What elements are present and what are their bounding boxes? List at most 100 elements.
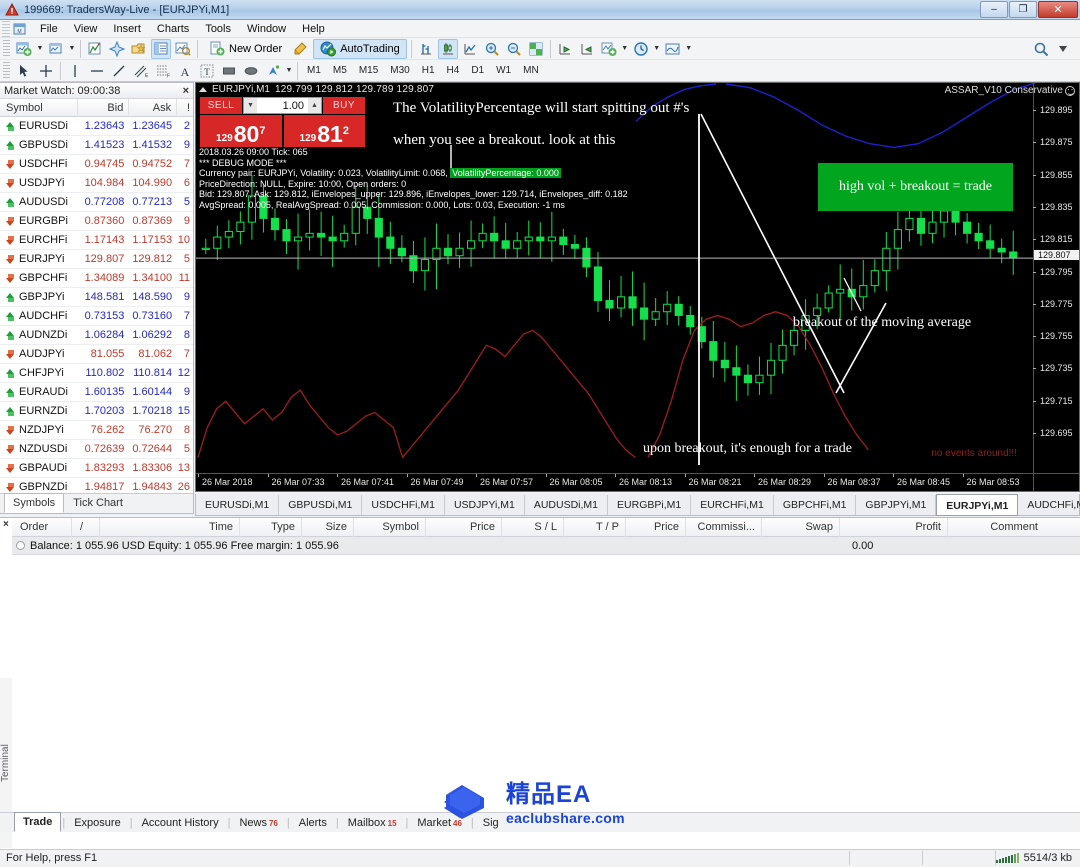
trendline-icon[interactable] xyxy=(109,61,129,81)
market-watch-row[interactable]: USDCHFi 0.94745 0.94752 7 xyxy=(0,155,193,174)
crosshair-icon[interactable] xyxy=(36,61,56,81)
chart-tab[interactable]: EURGBPi,M1 xyxy=(608,494,692,515)
autotrading-button[interactable]: AutoTrading xyxy=(313,38,407,59)
tab-symbols[interactable]: Symbols xyxy=(4,493,65,513)
ellipse-icon[interactable] xyxy=(241,61,261,81)
menu-item-help[interactable]: Help xyxy=(294,21,333,37)
equidistant-channel-icon[interactable]: E xyxy=(131,61,151,81)
sell-button[interactable]: 129 80 7 xyxy=(200,115,282,147)
terminal-column-comment[interactable]: Comment xyxy=(948,518,1044,537)
terminal-tab-account-history[interactable]: Account History xyxy=(134,814,227,832)
chart-tab[interactable]: AUDCHFi,M1 xyxy=(1018,495,1080,515)
terminal-column-type[interactable]: Type xyxy=(240,517,302,537)
toolbar-grip[interactable] xyxy=(3,39,10,58)
chart-window[interactable]: EURJPYi,M1 129.799 129.812 129.789 129.8… xyxy=(195,82,1080,492)
chart-tab[interactable]: USDJPYi,M1 xyxy=(445,494,525,515)
templates-icon[interactable] xyxy=(663,39,683,59)
timeframe-mn[interactable]: MN xyxy=(517,62,545,79)
market-watch-row[interactable]: AUDUSDi 0.77208 0.77213 5 xyxy=(0,193,193,212)
profiles-icon[interactable] xyxy=(46,39,66,59)
menu-item-file[interactable]: File xyxy=(32,21,66,37)
terminal-tab-trade[interactable]: Trade xyxy=(14,812,62,832)
timeframe-h1[interactable]: H1 xyxy=(416,62,441,79)
market-watch-row[interactable]: NZDUSDi 0.72639 0.72644 5 xyxy=(0,440,193,459)
cursor-icon[interactable] xyxy=(14,61,34,81)
line-chart-icon[interactable] xyxy=(460,39,480,59)
toolbar-grip[interactable] xyxy=(3,61,10,80)
volume-increment-icon[interactable]: ▲ xyxy=(308,98,321,113)
market-watch-row[interactable]: USDJPYi 104.984 104.990 6 xyxy=(0,174,193,193)
chart-tab[interactable]: GBPCHFi,M1 xyxy=(774,494,857,515)
arrows-icon[interactable] xyxy=(263,61,283,81)
market-watch-row[interactable]: GBPCHFi 1.34089 1.34100 11 xyxy=(0,269,193,288)
terminal-column-swap[interactable]: Swap xyxy=(762,517,840,537)
buy-button[interactable]: 129 81 2 xyxy=(283,115,365,147)
chart-collapse-icon[interactable] xyxy=(199,87,207,92)
menu-item-window[interactable]: Window xyxy=(239,21,294,37)
collapse-toolbar-icon[interactable] xyxy=(1053,39,1073,59)
minimize-button[interactable]: – xyxy=(980,1,1008,18)
bar-chart-icon[interactable] xyxy=(416,39,436,59)
market-watch-row[interactable]: CHFJPYi 110.802 110.814 12 xyxy=(0,364,193,383)
period-icon[interactable] xyxy=(631,39,651,59)
market-watch-row[interactable]: GBPAUDi 1.83293 1.83306 13 xyxy=(0,459,193,478)
terminal-column-commissi[interactable]: Commissi... xyxy=(686,517,762,537)
search-icon[interactable] xyxy=(1031,39,1051,59)
rectangle-icon[interactable] xyxy=(219,61,239,81)
market-watch-row[interactable]: EURAUDi 1.60135 1.60144 9 xyxy=(0,383,193,402)
horizontal-line-icon[interactable] xyxy=(87,61,107,81)
volume-stepper[interactable]: ▼ 1.00 ▲ xyxy=(243,97,322,114)
terminal-column-profit[interactable]: Profit xyxy=(840,517,948,537)
profiles-dropdown-icon[interactable]: ▼ xyxy=(67,39,77,59)
shift-chart-icon[interactable] xyxy=(555,39,575,59)
terminal-column-s-l[interactable]: S / L xyxy=(502,517,564,537)
metaeditor-icon[interactable] xyxy=(291,39,311,59)
menu-item-charts[interactable]: Charts xyxy=(149,21,197,37)
zoom-in-icon[interactable] xyxy=(482,39,502,59)
favorites-icon[interactable] xyxy=(129,39,149,59)
volume-decrement-icon[interactable]: ▼ xyxy=(244,98,257,113)
close-button[interactable]: ✕ xyxy=(1038,1,1078,18)
templates-dropdown-icon[interactable]: ▼ xyxy=(684,39,694,59)
market-watch-row[interactable]: EURGBPi 0.87360 0.87369 9 xyxy=(0,212,193,231)
vertical-line-icon[interactable] xyxy=(65,61,85,81)
terminal-tab-market[interactable]: Market 46 xyxy=(409,814,470,832)
timeframe-m1[interactable]: M1 xyxy=(301,62,327,79)
text-tool-icon[interactable]: A xyxy=(175,61,195,81)
chart-tab[interactable]: AUDUSDi,M1 xyxy=(525,494,609,515)
column-bid[interactable]: Bid xyxy=(78,98,130,117)
market-watch-row[interactable]: EURNZDi 1.70203 1.70218 15 xyxy=(0,402,193,421)
menu-grip[interactable] xyxy=(2,20,10,37)
terminal-column-t-p[interactable]: T / P xyxy=(564,517,626,537)
new-chart-icon[interactable] xyxy=(14,39,34,59)
fibonacci-retracement-icon[interactable]: F xyxy=(153,61,173,81)
chart-tab[interactable]: EURCHFi,M1 xyxy=(691,494,774,515)
market-watch-row[interactable]: EURJPYi 129.807 129.812 5 xyxy=(0,250,193,269)
terminal-column-order[interactable]: Order xyxy=(12,517,72,537)
arrows-dropdown-icon[interactable]: ▼ xyxy=(284,61,294,81)
market-watch-row[interactable]: GBPNZDi 1.94817 1.94843 26 xyxy=(0,478,193,493)
tile-windows-icon[interactable] xyxy=(526,39,546,59)
price-scale[interactable]: 129.895 129.875 129.855 129.835 129.815 129.7… xyxy=(1033,83,1079,491)
terminal-close-icon[interactable]: × xyxy=(3,519,9,530)
menu-item-insert[interactable]: Insert xyxy=(105,21,149,37)
market-watch-row[interactable]: AUDCHFi 0.73153 0.73160 7 xyxy=(0,307,193,326)
market-watch-row[interactable]: AUDJPYi 81.055 81.062 7 xyxy=(0,345,193,364)
tab-tick-chart[interactable]: Tick Chart xyxy=(64,493,132,513)
zoom-out-icon[interactable] xyxy=(504,39,524,59)
terminal-tab-mailbox[interactable]: Mailbox 15 xyxy=(340,814,405,832)
market-watch-row[interactable]: EURCHFi 1.17143 1.17153 10 xyxy=(0,231,193,250)
terminal-tab-sig[interactable]: Sig xyxy=(475,814,507,832)
chart-tab[interactable]: EURJPYi,M1 xyxy=(936,493,1019,516)
text-label-icon[interactable]: T xyxy=(197,61,217,81)
column-ask[interactable]: Ask xyxy=(129,98,178,117)
time-scale[interactable]: 26 Mar 2018 26 Mar 07:33 26 Mar 07:41 26 Ma… xyxy=(196,473,1079,491)
terminal-column-size[interactable]: Size xyxy=(302,517,354,537)
terminal-column-symbol[interactable]: Symbol xyxy=(354,517,426,537)
volume-value[interactable]: 1.00 xyxy=(257,100,308,112)
maximize-button[interactable]: ❐ xyxy=(1009,1,1037,18)
terminal-column-price[interactable]: Price xyxy=(626,517,686,537)
terminal-column-time[interactable]: Time xyxy=(100,517,240,537)
terminal-tab-exposure[interactable]: Exposure xyxy=(66,814,128,832)
timeframe-m15[interactable]: M15 xyxy=(353,62,384,79)
